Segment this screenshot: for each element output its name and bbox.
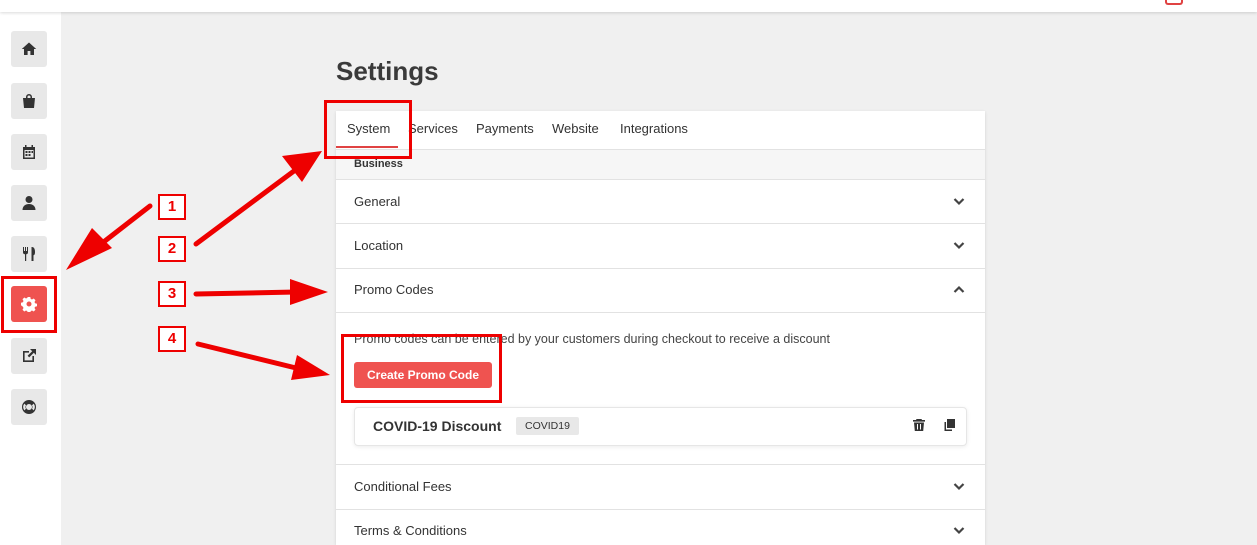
chevron-down-icon [952,479,966,493]
sidebar-item-menu[interactable] [11,236,47,272]
promo-code-item: COVID-19 Discount COVID19 [354,407,967,446]
arrowhead-2 [282,151,322,182]
promo-code-badge: COVID19 [516,417,579,435]
arrowhead-4 [291,355,330,380]
calendar-icon [23,145,35,159]
section-header-label: Business [354,158,403,170]
accordion-promo-codes-label: Promo Codes [354,282,434,297]
chevron-down-icon [952,194,966,208]
arrowhead-3 [290,279,328,305]
arrow-2 [193,165,301,247]
top-bar [0,0,1257,12]
sidebar-item-orders[interactable] [11,83,47,119]
sidebar-item-help[interactable] [11,389,47,425]
settings-tabs: System Services Payments Website Integra… [336,111,985,150]
shopping-bag-icon [23,94,35,108]
arrow-1 [89,203,153,254]
sidebar-item-customers[interactable] [11,185,47,221]
sidebar-item-home[interactable] [11,31,47,67]
marker-4: 4 [158,326,186,352]
accordion-location[interactable]: Location [336,224,985,269]
accordion-general[interactable]: General [336,180,985,224]
accordion-conditional-fees-label: Conditional Fees [354,479,452,494]
user-icon [22,196,36,210]
promo-code-name: COVID-19 Discount [373,418,502,434]
section-header: Business [336,150,985,180]
trash-icon[interactable] [912,418,926,432]
arrow-4 [195,341,299,371]
highlight-box-create-button [341,334,502,403]
chevron-up-icon [952,283,966,297]
sidebar-item-calendar[interactable] [11,134,47,170]
marker-2: 2 [158,236,186,262]
arrowhead-1 [66,228,112,270]
sidebar-item-external[interactable] [11,338,47,374]
accordion-general-label: General [354,194,401,209]
highlight-box-settings-nav [1,276,57,333]
notification-icon[interactable] [1165,0,1183,5]
settings-card: System Services Payments Website Integra… [336,111,985,545]
accordion-location-label: Location [354,238,404,253]
tab-payments[interactable]: Payments [476,121,534,136]
tab-website[interactable]: Website [552,121,599,136]
chevron-down-icon [952,523,966,537]
copy-icon[interactable] [943,418,957,432]
life-ring-icon [22,400,36,414]
page-title: Settings [336,56,439,86]
accordion-promo-codes[interactable]: Promo Codes [336,269,985,313]
arrow-3 [193,289,299,297]
utensils-icon [23,247,35,261]
highlight-box-system-tab [324,100,412,159]
tab-services[interactable]: Services [408,121,458,136]
marker-3: 3 [158,281,186,307]
accordion-terms[interactable]: Terms & Conditions [336,509,985,545]
home-icon [21,42,37,55]
marker-1: 1 [158,194,186,220]
accordion-conditional-fees[interactable]: Conditional Fees [336,464,985,510]
tab-integrations[interactable]: Integrations [620,121,688,136]
external-link-icon [23,349,36,362]
accordion-terms-label: Terms & Conditions [354,523,467,538]
chevron-down-icon [952,238,966,252]
